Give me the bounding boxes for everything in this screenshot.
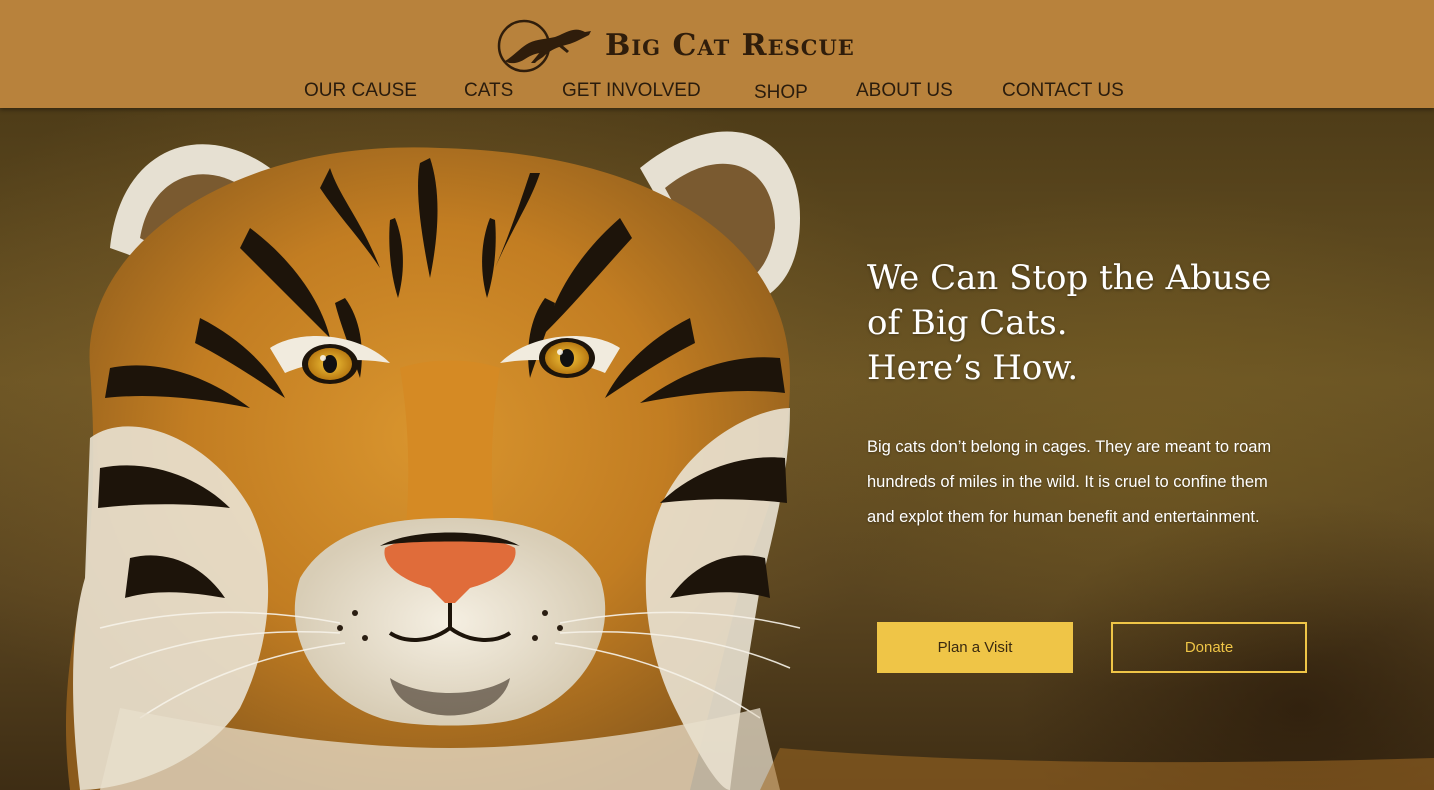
hero-description-line: hundreds of miles in the wild. It is cru…: [867, 473, 1268, 491]
nav-item-shop[interactable]: SHOP: [754, 82, 808, 104]
site-logo[interactable]: Big Cat Rescue: [497, 17, 937, 75]
nav-item-cats[interactable]: CATS: [464, 80, 513, 102]
nav-item-our-cause[interactable]: OUR CAUSE: [304, 80, 417, 102]
hero-section: We Can Stop the Abuse of Big Cats. Here’…: [0, 108, 1434, 790]
hero-description-line: Big cats don’t belong in cages. They are…: [867, 438, 1272, 456]
hero-title-line: Here’s How.: [867, 348, 1079, 388]
nav-item-contact-us[interactable]: CONTACT US: [1002, 80, 1124, 102]
site-header: Big Cat Rescue OUR CAUSE CATS GET INVOLV…: [0, 0, 1434, 108]
donate-button[interactable]: Donate: [1111, 622, 1307, 673]
main-nav: OUR CAUSE CATS GET INVOLVED SHOP ABOUT U…: [0, 80, 1434, 106]
nav-item-get-involved[interactable]: GET INVOLVED: [562, 80, 701, 102]
hero-title: We Can Stop the Abuse of Big Cats. Here’…: [867, 256, 1297, 391]
plan-visit-button[interactable]: Plan a Visit: [877, 622, 1073, 673]
hero-title-line: We Can Stop the Abuse: [867, 258, 1272, 298]
nav-item-about-us[interactable]: ABOUT US: [856, 80, 953, 102]
hero-description-line: and explot them for human benefit and en…: [867, 508, 1260, 526]
hero-description: Big cats don’t belong in cages. They are…: [867, 430, 1317, 535]
hero-title-line: of Big Cats.: [867, 303, 1068, 343]
logo-text: Big Cat Rescue: [605, 28, 855, 63]
leaping-cat-icon: [497, 19, 591, 73]
